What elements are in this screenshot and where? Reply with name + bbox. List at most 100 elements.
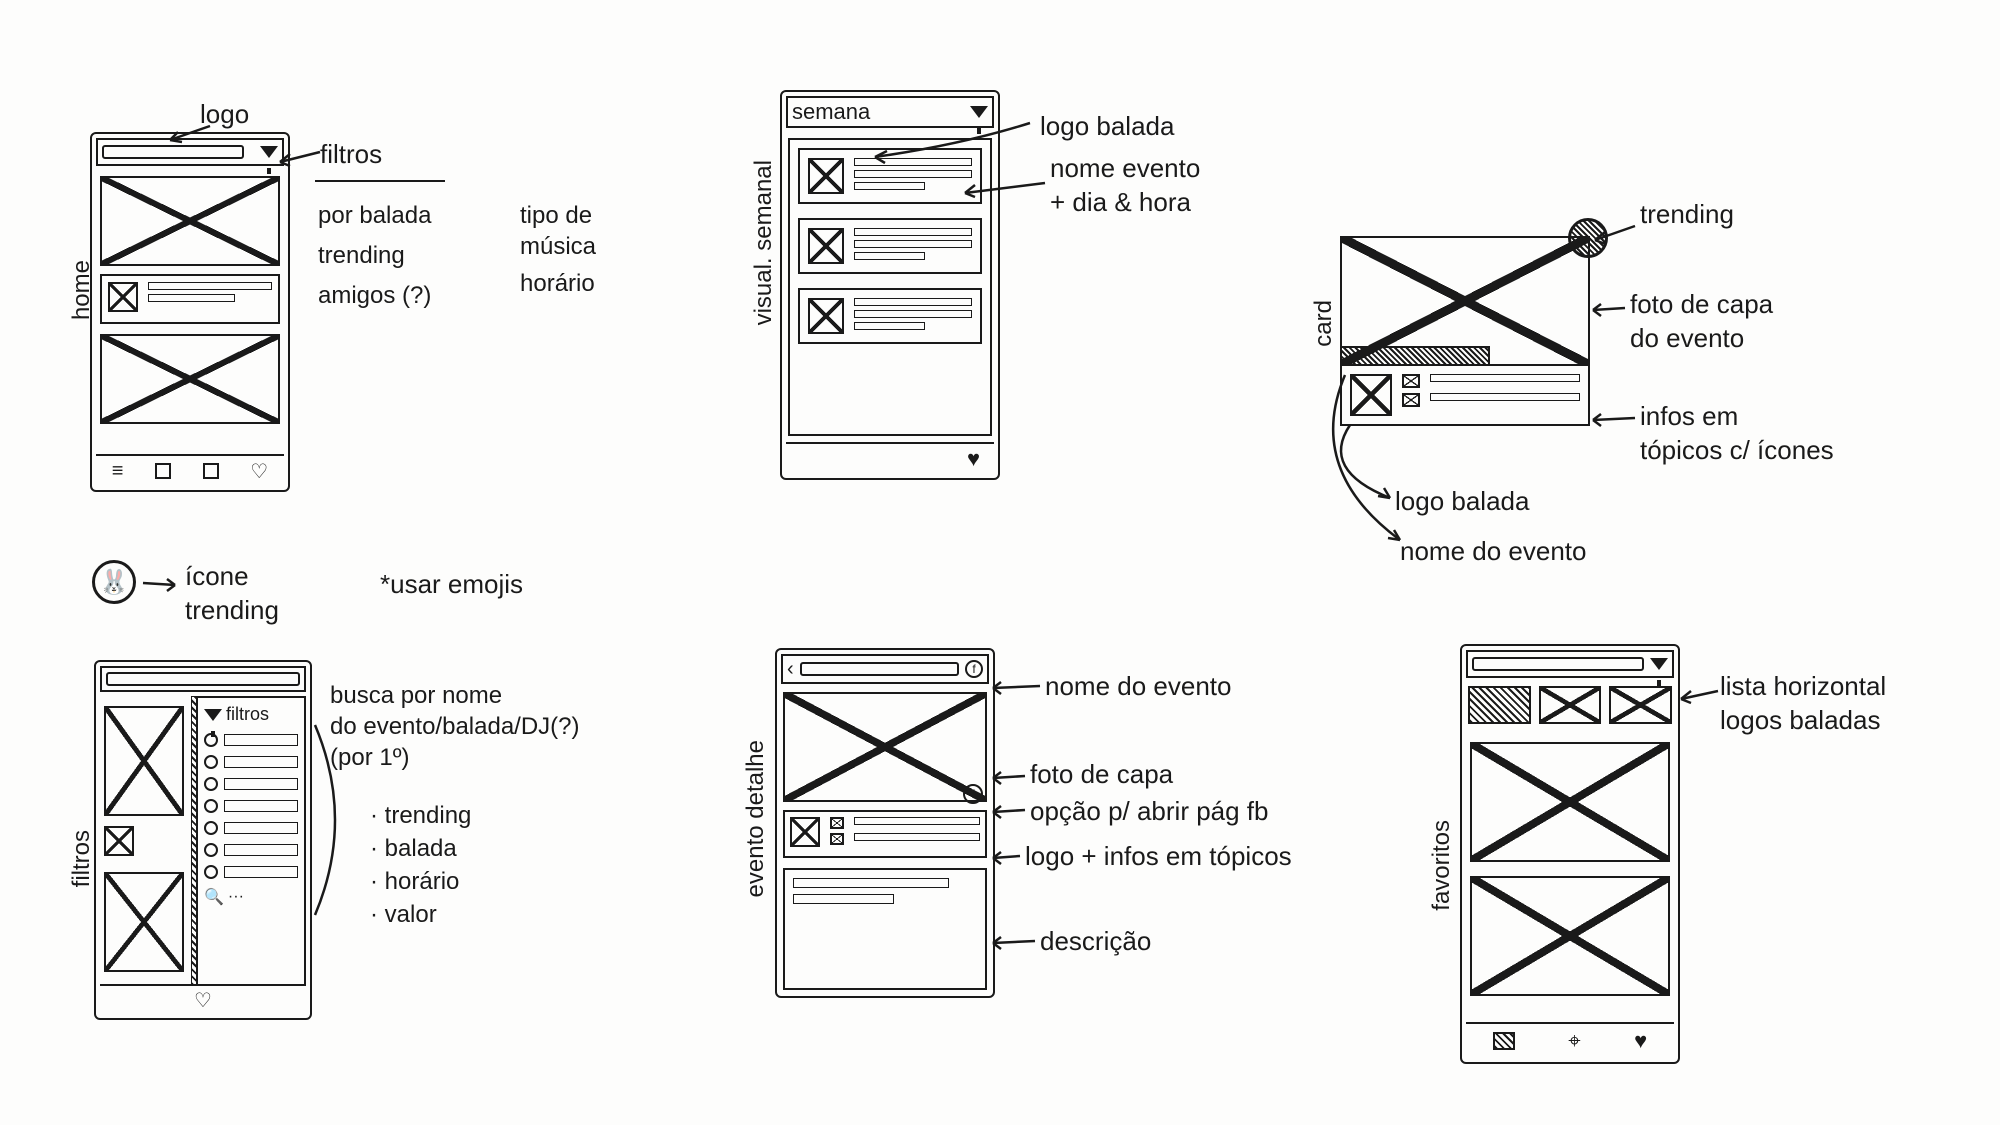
nav-square-icon[interactable] <box>155 463 171 479</box>
arrow <box>990 802 1030 820</box>
label-evento-detalhe: evento detalhe <box>742 740 770 897</box>
note-f-balada: · balada <box>370 833 457 864</box>
logo-slot <box>1472 657 1644 671</box>
heart-icon[interactable]: ♥ <box>1634 1028 1647 1054</box>
favorite-card[interactable] <box>1470 742 1670 862</box>
note-horario: horário <box>520 268 595 299</box>
note-logo-balada2: logo balada <box>1395 485 1529 519</box>
bg-card-image <box>104 706 184 816</box>
arrow <box>990 678 1045 696</box>
description-block <box>783 868 987 990</box>
note-f-valor: · valor <box>370 899 437 930</box>
info-topics-row <box>783 810 987 858</box>
back-icon[interactable]: ‹ <box>787 658 794 681</box>
event-list-item[interactable] <box>798 288 982 344</box>
label-card: card <box>1310 300 1338 347</box>
heart-icon[interactable]: ♡ <box>194 988 212 1013</box>
arrow <box>990 848 1025 866</box>
arrow <box>1678 685 1723 705</box>
info-icon <box>830 817 844 829</box>
filters-title: filtros <box>226 704 269 725</box>
note-trending: trending <box>318 240 405 271</box>
note-icone-trending: ícone trending <box>185 560 279 628</box>
info-icon <box>830 833 844 845</box>
card-lines <box>148 282 272 302</box>
event-card-image[interactable] <box>100 176 280 266</box>
tab-semana[interactable]: semana <box>792 99 870 125</box>
event-list-item[interactable] <box>798 218 982 274</box>
nav-square-icon[interactable] <box>1493 1032 1515 1050</box>
arrow <box>275 148 325 173</box>
heart-icon[interactable]: ♡ <box>250 459 268 484</box>
event-card-image[interactable] <box>100 334 280 424</box>
nav-square-icon[interactable] <box>203 463 219 479</box>
arrow <box>165 118 225 148</box>
label-filtros: filtros <box>68 830 96 887</box>
note-f-horario: · horário <box>370 866 459 897</box>
heart-icon[interactable]: ♥ <box>967 446 980 472</box>
location-pin-icon[interactable]: ⌖ <box>1568 1028 1580 1054</box>
radio-icon[interactable] <box>204 843 218 857</box>
favorite-card[interactable] <box>1470 876 1670 996</box>
wireframe-favoritos: ⌖ ♥ <box>1460 644 1680 1064</box>
radio-icon[interactable] <box>204 777 218 791</box>
note-opcao-fb: opção p/ abrir pág fb <box>1030 795 1269 829</box>
thumb-icon <box>108 282 138 312</box>
note-foto-capa: foto de capa <box>1030 758 1173 792</box>
arrow <box>1590 220 1645 250</box>
search-icon[interactable]: 🔍 <box>204 887 224 907</box>
event-logo-icon <box>808 228 844 264</box>
venue-logo-thumb[interactable] <box>1609 686 1672 724</box>
fb-open-icon[interactable]: f <box>963 784 983 804</box>
radio-icon[interactable] <box>204 799 218 813</box>
arrow <box>140 575 180 595</box>
note-nome-evento: nome do evento <box>1400 535 1586 569</box>
event-logo-icon <box>790 817 820 847</box>
fb-icon[interactable]: f <box>965 660 983 678</box>
wireframe-evento-detalhe: ‹ f f <box>775 648 995 998</box>
arrow <box>1590 410 1640 430</box>
event-logo-icon <box>808 158 844 194</box>
cover-photo <box>783 692 987 802</box>
title-slot <box>800 662 959 676</box>
bg-card-image <box>104 872 184 972</box>
note-f-trending: · trending <box>370 800 471 831</box>
menu-icon[interactable]: ≡ <box>112 460 124 483</box>
note-filtros: filtros <box>320 138 382 172</box>
filter-icon <box>204 709 222 721</box>
note-tipo-musica: tipo de música <box>520 200 596 262</box>
arrow <box>1590 300 1630 320</box>
trending-icon-sample: 🐰 <box>92 560 136 604</box>
note-logo-infos: logo + infos em tópicos <box>1025 840 1292 874</box>
note-amigos: amigos (?) <box>318 280 431 311</box>
note-nome-evento-dia: nome evento + dia & hora <box>1050 152 1200 220</box>
note-logo-balada: logo balada <box>1040 110 1174 144</box>
note-busca-nome: busca por nome do evento/balada/DJ(?) (p… <box>330 680 580 774</box>
arrow <box>990 768 1030 786</box>
arrow <box>960 175 1055 205</box>
bg-thumb <box>104 826 134 856</box>
note-descricao: descrição <box>1040 925 1151 959</box>
venue-logo-thumb[interactable] <box>1539 686 1602 724</box>
radio-icon[interactable] <box>204 865 218 879</box>
venue-logo-thumb[interactable] <box>1468 686 1531 724</box>
bracket <box>300 720 360 920</box>
label-visual-semanal: visual. semanal <box>750 160 778 325</box>
horizontal-logos-row[interactable] <box>1468 686 1672 728</box>
overlay-strip <box>1340 346 1490 366</box>
event-card-row[interactable] <box>100 274 280 324</box>
arrow <box>990 933 1040 951</box>
label-favoritos: favoritos <box>1428 820 1456 911</box>
radio-icon[interactable] <box>204 755 218 769</box>
note-lista-horizontal: lista horizontal logos baladas <box>1720 670 1886 738</box>
note-nome-evento2: nome do evento <box>1045 670 1231 704</box>
note-por-balada: por balada <box>318 200 431 231</box>
note-usar-emojis: *usar emojis <box>380 568 523 602</box>
note-trending-card: trending <box>1640 198 1734 232</box>
wireframe-home: ≡ ♡ <box>90 132 290 492</box>
filters-panel[interactable]: filtros 🔍··· <box>196 696 306 986</box>
radio-icon[interactable] <box>204 821 218 835</box>
filter-icon[interactable] <box>1650 658 1668 670</box>
arrow <box>870 115 1040 165</box>
note-infos-topicos: infos em tópicos c/ ícones <box>1640 400 1834 468</box>
